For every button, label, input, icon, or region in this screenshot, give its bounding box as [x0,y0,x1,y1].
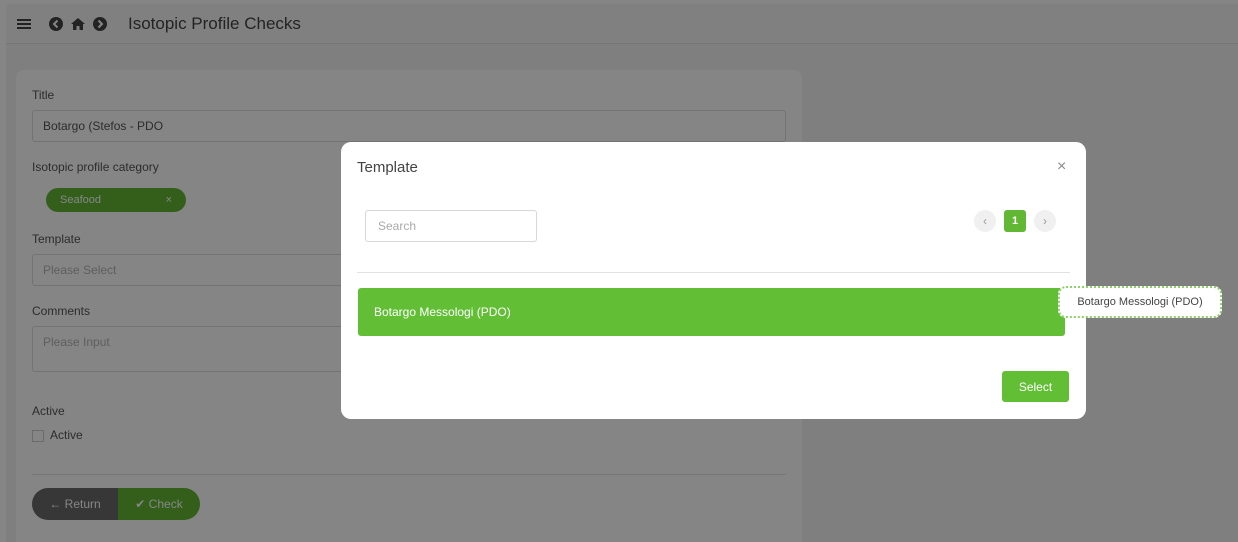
tooltip: Botargo Messologi (PDO) [1058,286,1222,318]
pagination: ‹ 1 › [974,210,1056,232]
list-item[interactable]: Botargo Messologi (PDO) [358,288,1065,336]
close-icon[interactable]: × [1057,158,1066,176]
prev-page-button[interactable]: ‹ [974,210,996,232]
modal-divider [357,272,1070,273]
search-input[interactable] [365,210,537,242]
template-modal: Template × ‹ 1 › Botargo Messologi (PDO)… [341,142,1086,419]
next-page-button[interactable]: › [1034,210,1056,232]
select-button[interactable]: Select [1002,371,1069,402]
current-page-button[interactable]: 1 [1004,210,1026,232]
modal-title: Template [357,159,418,176]
list-item-label: Botargo Messologi (PDO) [374,305,511,319]
